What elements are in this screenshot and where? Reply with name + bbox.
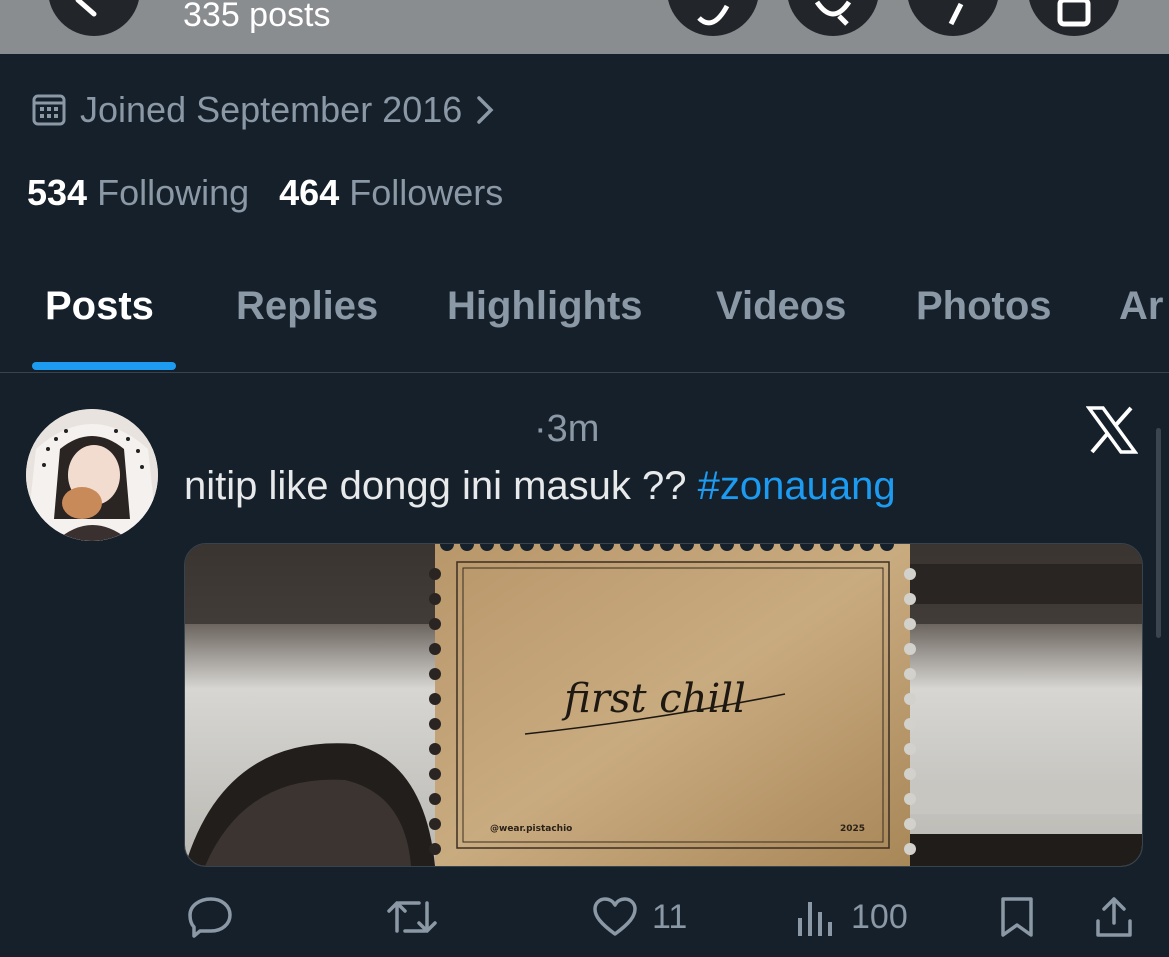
- tab-posts[interactable]: Posts: [45, 284, 154, 329]
- search-icon: [814, 0, 852, 26]
- heart-icon: [593, 897, 637, 936]
- avatar[interactable]: [26, 409, 158, 541]
- tab-articles[interactable]: Ar: [1119, 284, 1163, 329]
- like-button[interactable]: 11: [592, 893, 687, 941]
- tweet-body: nitip like dongg ini masuk ??: [184, 464, 698, 508]
- hashtag-link[interactable]: #zonauang: [698, 464, 896, 508]
- avatar-photo: [26, 409, 158, 541]
- more-button[interactable]: [1028, 0, 1120, 36]
- tweet-media-image[interactable]: first chill @wear.pistachio 2025: [184, 543, 1143, 867]
- share-button[interactable]: [1094, 893, 1134, 941]
- back-arrow-icon: [75, 0, 97, 17]
- following-link[interactable]: 534 Following: [27, 172, 249, 214]
- tweet-text: nitip like dongg ini masuk ?? #zonauang: [184, 464, 896, 509]
- views-chart-icon: [798, 902, 832, 936]
- joined-date[interactable]: Joined September 2016: [32, 88, 494, 132]
- tab-videos[interactable]: Videos: [716, 284, 846, 329]
- search-button[interactable]: [787, 0, 879, 36]
- followers-count: 464: [279, 172, 340, 213]
- compose-button[interactable]: [907, 0, 999, 36]
- grok-icon: [697, 4, 730, 26]
- joined-label: Joined September 2016: [80, 89, 463, 130]
- profile-tabs: Posts Replies Highlights Videos Photos A…: [0, 270, 1169, 373]
- media-stamp-title: first chill: [561, 676, 746, 722]
- follow-stats: 534 Following 464 Followers: [27, 172, 503, 214]
- followers-link[interactable]: 464 Followers: [279, 172, 503, 214]
- scrollbar[interactable]: [1156, 428, 1161, 638]
- share-icon: [1096, 897, 1132, 937]
- views-count: 100: [851, 897, 908, 936]
- active-tab-indicator: [32, 362, 176, 370]
- tab-replies[interactable]: Replies: [236, 284, 378, 329]
- media-stamp-year: 2025: [840, 824, 865, 834]
- media-photo: first chill @wear.pistachio 2025: [185, 544, 1142, 866]
- bookmark-icon: [1001, 897, 1033, 937]
- profile-header-bar: 335 posts: [0, 0, 1169, 54]
- followers-label: Followers: [349, 172, 504, 213]
- back-button[interactable]: [48, 0, 140, 36]
- following-count: 534: [27, 172, 88, 213]
- reply-icon: [188, 897, 232, 938]
- calendar-icon: [32, 94, 66, 126]
- following-label: Following: [97, 172, 250, 213]
- x-logo-icon: [1086, 406, 1138, 454]
- chevron-right-icon: [477, 96, 494, 124]
- views-button[interactable]: 100: [795, 893, 908, 941]
- bookmark-button[interactable]: [999, 893, 1035, 941]
- author-name-redacted: [183, 412, 533, 448]
- tab-photos[interactable]: Photos: [916, 284, 1052, 329]
- posts-count: 335 posts: [183, 0, 331, 34]
- more-icon: [1057, 0, 1091, 27]
- repost-button[interactable]: [385, 893, 439, 941]
- tab-highlights[interactable]: Highlights: [447, 284, 643, 329]
- media-stamp-handle: @wear.pistachio: [490, 824, 572, 834]
- compose-icon: [948, 2, 964, 26]
- grok-button[interactable]: [667, 0, 759, 36]
- like-count: 11: [652, 897, 688, 936]
- repost-icon: [387, 901, 437, 933]
- tweet-time[interactable]: ·3m: [534, 408, 599, 451]
- reply-button[interactable]: [188, 893, 234, 941]
